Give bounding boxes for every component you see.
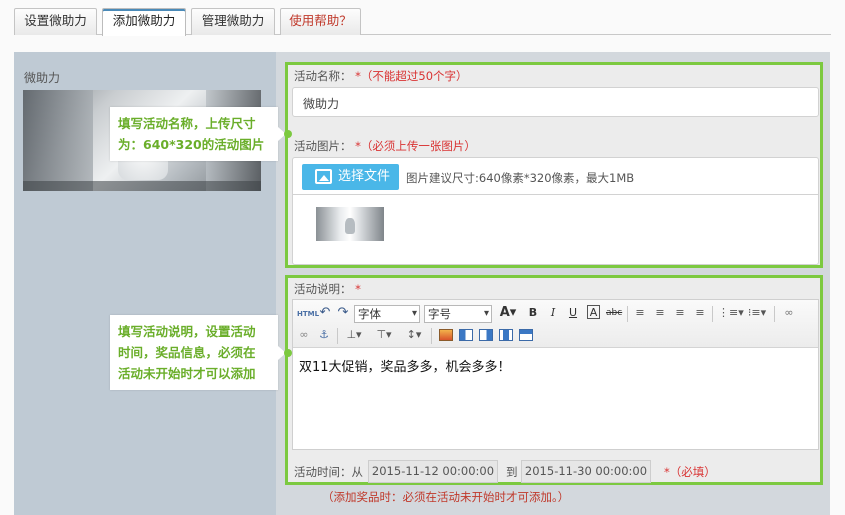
align-left-icon[interactable]: ≡: [633, 305, 647, 321]
insert-image-icon[interactable]: [439, 329, 453, 341]
image-left-icon[interactable]: [459, 329, 473, 341]
upload-hint: 图片建议尺寸:640像素*320像素，最大1MB: [406, 171, 635, 185]
italic-icon[interactable]: I: [547, 305, 559, 321]
tip-description: 填写活动说明，设置活动 时间，奖品信息，必须在 活动未开始时才可以添加: [110, 315, 292, 390]
choose-file-button[interactable]: 选择文件: [302, 164, 399, 190]
image-icon: [315, 169, 332, 184]
font-size-select[interactable]: 字号: [424, 305, 492, 323]
name-image-section: 活动名称： *（不能超过50个字） 微助力 活动图片： *（必须上传一张图片） …: [285, 62, 823, 268]
image-right-icon[interactable]: [479, 329, 493, 341]
font-color-icon[interactable]: A▾: [498, 305, 518, 321]
undo-icon[interactable]: ↶: [318, 305, 332, 321]
name-input[interactable]: 微助力: [292, 87, 819, 117]
rich-text-editor: HTML ↶ ↷ 字体 字号 A▾ B I U A abc ≡ ≡ ≡ ≡ ⋮≡…: [292, 299, 819, 450]
uploaded-thumbnail[interactable]: [316, 207, 384, 241]
ordered-list-icon[interactable]: ⋮≡▾: [718, 305, 744, 321]
bold-icon[interactable]: B: [527, 305, 539, 321]
desc-label: 活动说明： *: [294, 282, 361, 296]
tip-name-image: 填写活动名称，上传尺寸 为：640*320的活动图片: [110, 107, 292, 161]
align-right-icon[interactable]: ≡: [673, 305, 687, 321]
font-family-select[interactable]: 字体: [354, 305, 420, 323]
image-center-icon[interactable]: [499, 329, 513, 341]
row-spacing-top-icon[interactable]: ⊥▾: [343, 327, 365, 343]
image-preview-area: [292, 195, 819, 265]
preview-title: 微助力: [24, 71, 61, 85]
prize-note: （添加奖品时：必须在活动未开始时才可添加。）: [322, 490, 570, 504]
row-spacing-bottom-icon[interactable]: ⊤▾: [373, 327, 395, 343]
tab-help[interactable]: 使用帮助？: [280, 8, 361, 35]
tab-settings[interactable]: 设置微助力: [14, 8, 97, 35]
align-center-icon[interactable]: ≡: [653, 305, 667, 321]
justify-icon[interactable]: ≡: [693, 305, 707, 321]
redo-icon[interactable]: ↷: [336, 305, 350, 321]
anchor-icon[interactable]: ⚓: [317, 327, 331, 343]
image-none-icon[interactable]: [519, 329, 533, 341]
unlink-icon[interactable]: ∞: [297, 327, 311, 343]
line-height-icon[interactable]: ↕▾: [403, 327, 425, 343]
to-label: 到: [506, 465, 518, 479]
editor-toolbar: HTML ↶ ↷ 字体 字号 A▾ B I U A abc ≡ ≡ ≡ ≡ ⋮≡…: [293, 300, 818, 348]
description-section: 活动说明： * HTML ↶ ↷ 字体 字号 A▾ B I U A abc ≡ …: [285, 275, 823, 485]
underline-icon[interactable]: U: [567, 305, 579, 321]
end-time-input[interactable]: 2015-11-30 00:00:00: [521, 460, 651, 483]
html-icon[interactable]: HTML: [297, 306, 319, 322]
strikethrough-icon[interactable]: abc: [606, 305, 622, 321]
start-time-input[interactable]: 2015-11-12 00:00:00: [368, 460, 498, 483]
link-icon[interactable]: ∞: [781, 305, 797, 321]
name-label: 活动名称： *（不能超过50个字）: [294, 69, 468, 83]
time-required-note: *（必填）: [664, 465, 716, 479]
editor-content[interactable]: 双11大促销，奖品多多，机会多多！: [299, 356, 511, 375]
unordered-list-icon[interactable]: ⁝≡▾: [746, 305, 768, 321]
tab-manage[interactable]: 管理微助力: [191, 8, 275, 35]
tab-bar: 设置微助力 添加微助力 管理微助力 使用帮助？: [14, 8, 831, 36]
upload-row: 选择文件 图片建议尺寸:640像素*320像素，最大1MB: [292, 157, 819, 195]
image-label: 活动图片： *（必须上传一张图片）: [294, 139, 476, 153]
time-label: 活动时间：从: [294, 465, 363, 479]
border-text-icon[interactable]: A: [587, 305, 600, 319]
tab-add[interactable]: 添加微助力: [102, 8, 186, 36]
